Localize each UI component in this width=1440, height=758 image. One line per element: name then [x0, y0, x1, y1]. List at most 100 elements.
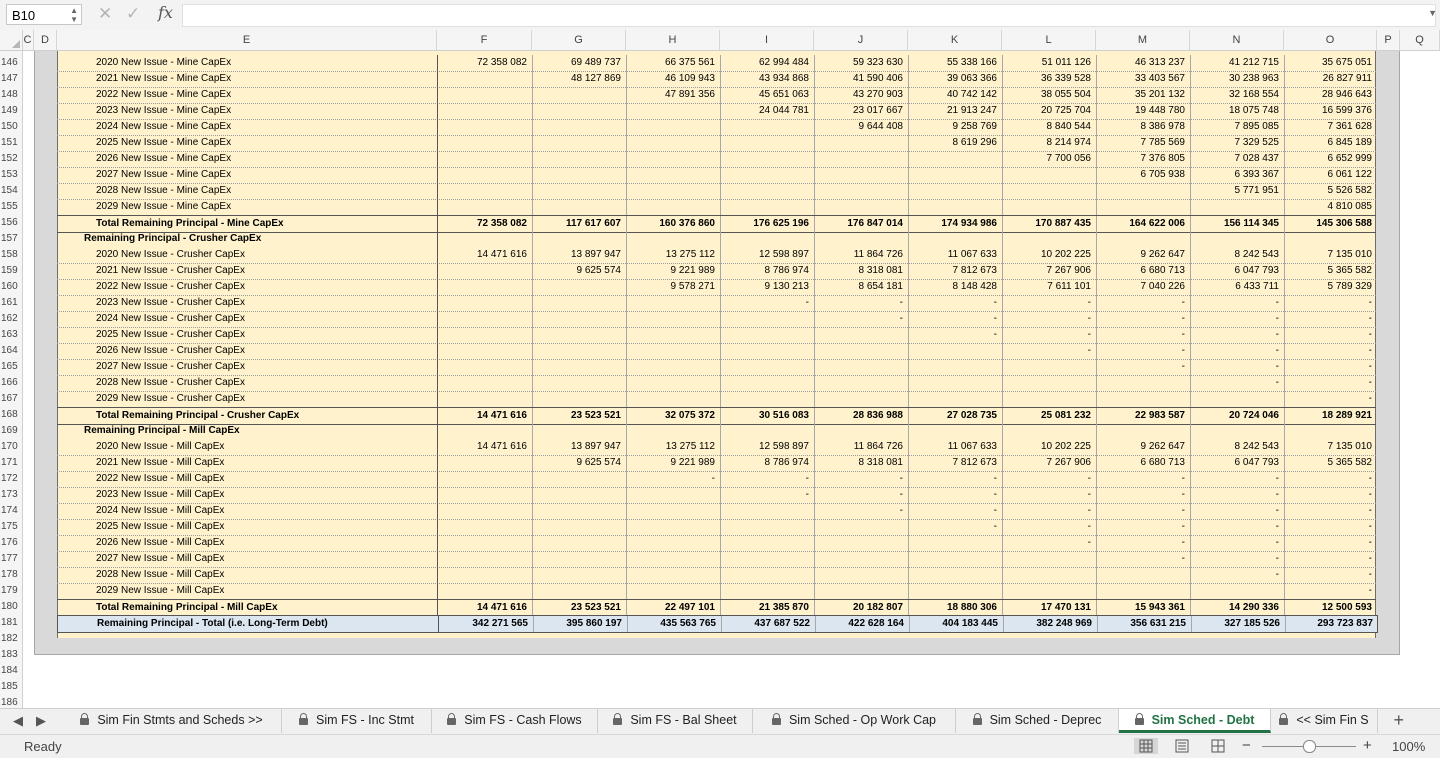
value-cell-i[interactable]: [720, 503, 814, 519]
value-cell-o[interactable]: 145 306 588: [1284, 216, 1377, 232]
value-cell-j[interactable]: -: [814, 295, 908, 311]
value-cell-h[interactable]: [626, 375, 720, 391]
value-cell-f[interactable]: [437, 455, 532, 471]
value-cell-h[interactable]: [626, 103, 720, 119]
value-cell-m[interactable]: -: [1096, 295, 1190, 311]
value-cell-l[interactable]: -: [1002, 487, 1096, 503]
row-label[interactable]: Total Remaining Principal - Mill CapEx: [96, 600, 278, 616]
value-cell-i[interactable]: [720, 583, 814, 599]
value-cell-f[interactable]: 14 471 616: [437, 600, 532, 616]
row-label[interactable]: 2024 New Issue - Crusher CapEx: [96, 311, 245, 327]
value-cell-g[interactable]: [532, 519, 626, 535]
value-cell-g[interactable]: 48 127 869: [532, 71, 626, 87]
value-cell-l[interactable]: 10 202 225: [1002, 439, 1096, 455]
value-cell-g[interactable]: [532, 423, 626, 439]
row-header[interactable]: 169: [0, 423, 22, 439]
value-cell-h[interactable]: [626, 487, 720, 503]
column-header-c[interactable]: C: [22, 30, 34, 50]
value-cell-n[interactable]: 7 895 085: [1190, 119, 1284, 135]
value-cell-g[interactable]: 69 489 737: [532, 55, 626, 71]
value-cell-l[interactable]: [1002, 199, 1096, 215]
value-cell-k[interactable]: [908, 535, 1002, 551]
value-cell-f[interactable]: 14 471 616: [437, 408, 532, 424]
value-cell-g[interactable]: [532, 87, 626, 103]
value-cell-n[interactable]: [1190, 199, 1284, 215]
row-header[interactable]: 167: [0, 391, 22, 407]
value-cell-f[interactable]: [437, 87, 532, 103]
value-cell-k[interactable]: 7 812 673: [908, 263, 1002, 279]
value-cell-j[interactable]: 422 628 164: [815, 616, 909, 632]
value-cell-f[interactable]: [437, 503, 532, 519]
value-cell-h[interactable]: [626, 423, 720, 439]
value-cell-o[interactable]: 7 361 628: [1284, 119, 1377, 135]
value-cell-k[interactable]: 11 067 633: [908, 439, 1002, 455]
value-cell-i[interactable]: 62 994 484: [720, 55, 814, 71]
value-cell-g[interactable]: 23 523 521: [532, 600, 626, 616]
value-cell-k[interactable]: 39 063 366: [908, 71, 1002, 87]
value-cell-h[interactable]: [626, 567, 720, 583]
value-cell-f[interactable]: [437, 103, 532, 119]
value-cell-o[interactable]: 6 652 999: [1284, 151, 1377, 167]
value-cell-f[interactable]: [437, 343, 532, 359]
row-label[interactable]: 2026 New Issue - Crusher CapEx: [96, 343, 245, 359]
column-header-q[interactable]: Q: [1400, 30, 1440, 50]
value-cell-l[interactable]: 38 055 504: [1002, 87, 1096, 103]
value-cell-n[interactable]: -: [1190, 295, 1284, 311]
value-cell-n[interactable]: -: [1190, 327, 1284, 343]
value-cell-n[interactable]: [1190, 583, 1284, 599]
value-cell-f[interactable]: [437, 519, 532, 535]
value-cell-k[interactable]: 174 934 986: [908, 216, 1002, 232]
value-cell-n[interactable]: -: [1190, 311, 1284, 327]
value-cell-i[interactable]: [720, 359, 814, 375]
value-cell-l[interactable]: 20 725 704: [1002, 103, 1096, 119]
value-cell-i[interactable]: [720, 231, 814, 247]
row-label[interactable]: 2026 New Issue - Mill CapEx: [96, 535, 224, 551]
value-cell-j[interactable]: 9 644 408: [814, 119, 908, 135]
row-header[interactable]: 149: [0, 103, 22, 119]
value-cell-n[interactable]: 327 185 526: [1191, 616, 1285, 632]
sheet-tab[interactable]: Sim FS - Inc Stmt: [282, 709, 432, 733]
row-header[interactable]: 152: [0, 151, 22, 167]
value-cell-m[interactable]: [1096, 423, 1190, 439]
row-header[interactable]: 147: [0, 71, 22, 87]
row-header[interactable]: 175: [0, 519, 22, 535]
value-cell-h[interactable]: 13 275 112: [626, 439, 720, 455]
value-cell-m[interactable]: 15 943 361: [1096, 600, 1190, 616]
value-cell-o[interactable]: -: [1284, 295, 1377, 311]
value-cell-l[interactable]: -: [1002, 295, 1096, 311]
value-cell-i[interactable]: [720, 327, 814, 343]
value-cell-g[interactable]: 117 617 607: [532, 216, 626, 232]
value-cell-o[interactable]: -: [1284, 567, 1377, 583]
value-cell-j[interactable]: 8 654 181: [814, 279, 908, 295]
value-cell-f[interactable]: [437, 583, 532, 599]
row-header[interactable]: 183: [0, 647, 22, 663]
value-cell-k[interactable]: 8 619 296: [908, 135, 1002, 151]
row-header[interactable]: 155: [0, 199, 22, 215]
value-cell-k[interactable]: 40 742 142: [908, 87, 1002, 103]
value-cell-j[interactable]: [814, 167, 908, 183]
value-cell-h[interactable]: 46 109 943: [626, 71, 720, 87]
value-cell-g[interactable]: 9 625 574: [532, 455, 626, 471]
value-cell-h[interactable]: 32 075 372: [626, 408, 720, 424]
value-cell-l[interactable]: [1002, 183, 1096, 199]
row-header[interactable]: 150: [0, 119, 22, 135]
value-cell-k[interactable]: [908, 343, 1002, 359]
value-cell-j[interactable]: [814, 567, 908, 583]
value-cell-n[interactable]: 32 168 554: [1190, 87, 1284, 103]
value-cell-i[interactable]: [720, 551, 814, 567]
value-cell-h[interactable]: [626, 151, 720, 167]
worksheet-grid[interactable]: 146 2020 New Issue - Mine CapEx 72 358 082…: [0, 51, 1440, 708]
column-header-p[interactable]: P: [1377, 30, 1400, 50]
value-cell-m[interactable]: -: [1096, 551, 1190, 567]
value-cell-o[interactable]: -: [1284, 551, 1377, 567]
value-cell-j[interactable]: [814, 519, 908, 535]
value-cell-f[interactable]: [437, 567, 532, 583]
value-cell-j[interactable]: [814, 551, 908, 567]
value-cell-n[interactable]: -: [1190, 503, 1284, 519]
value-cell-f[interactable]: [437, 151, 532, 167]
row-header[interactable]: 174: [0, 503, 22, 519]
value-cell-m[interactable]: -: [1096, 311, 1190, 327]
value-cell-k[interactable]: [908, 551, 1002, 567]
value-cell-j[interactable]: [814, 151, 908, 167]
value-cell-f[interactable]: [437, 423, 532, 439]
